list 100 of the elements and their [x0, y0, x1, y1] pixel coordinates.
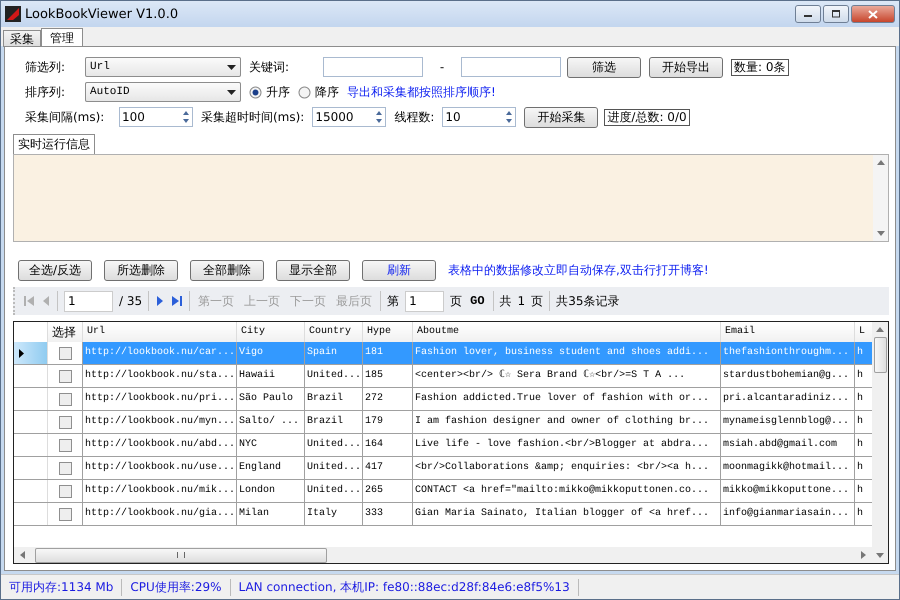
table-cell: mikko@mikkoputtone... [721, 480, 855, 502]
export-button[interactable]: 开始导出 [649, 56, 723, 78]
table-cell: United... [305, 457, 363, 479]
table-cell: 181 [363, 342, 413, 364]
vertical-scrollbar[interactable] [873, 155, 888, 241]
table-cell: I am fashion designer and owner of clothing br... [413, 411, 721, 433]
action-button[interactable]: 全部删除 [190, 260, 264, 281]
checkbox[interactable] [58, 370, 72, 382]
table-cell: Salto/ ... [237, 411, 305, 433]
checkbox[interactable] [58, 346, 72, 360]
filter-button[interactable]: 筛选 [567, 56, 641, 78]
table-cell: <center><br/> ℂ☆ Sera Brand ℂ☆<br/>=S T A ... [413, 365, 721, 387]
checkbox[interactable] [58, 484, 72, 498]
next-page-icon[interactable] [155, 295, 166, 307]
table-row[interactable]: http://lookbook.nu/myn... Salto/ ... Brazil 179 I am fashion designer and owner of clothing br... mynameisglennblog@... h [14, 411, 872, 434]
keyword-field[interactable] [323, 57, 423, 77]
threads-spinner[interactable]: 10 [442, 107, 516, 127]
scroll-up-icon[interactable] [876, 159, 886, 166]
table-cell: NYC [237, 434, 305, 456]
checkbox[interactable] [58, 462, 72, 474]
dropdown-arrow-icon [227, 64, 236, 70]
radio-option[interactable]: 降序 [298, 84, 339, 100]
horizontal-scrollbar[interactable] [14, 547, 872, 563]
table-cell: United... [305, 365, 363, 387]
field-label: 筛选列: [25, 58, 66, 76]
table-row[interactable]: http://lookbook.nu/abd... NYC United... 164 Live life - love fashion.<br/>Blogger at abdra... msiah.abd@gmail.com h [14, 434, 872, 457]
last-page-icon[interactable] [171, 295, 184, 307]
tab[interactable]: 管理 [41, 28, 83, 47]
action-button[interactable]: 刷新 [362, 260, 436, 281]
table-row[interactable]: http://lookbook.nu/sta... Hawaii United... 185 <center><br/> ℂ☆ Sera Brand ℂ☆<br/>=S T A ... stardustbohemian@g... h [14, 365, 872, 388]
minimize-button[interactable] [795, 5, 821, 23]
scroll-right-icon[interactable] [860, 550, 867, 560]
table-cell: http://lookbook.nu/myn... [83, 411, 237, 433]
table-cell: http://lookbook.nu/car... [83, 342, 237, 364]
current-row-icon [19, 348, 24, 358]
action-button[interactable]: 全选/反选 [18, 260, 92, 281]
table-cell: São Paulo [237, 388, 305, 410]
goto-page-field[interactable]: 1 [405, 290, 444, 312]
vertical-scrollbar[interactable] [872, 322, 888, 563]
table-cell: Italy [305, 503, 363, 525]
table-cell: moonmagikk@hotmail... [721, 457, 855, 479]
table-cell: Hawaii [237, 365, 305, 387]
table-cell: http://lookbook.nu/gia... [83, 503, 237, 525]
table-cell: 333 [363, 503, 413, 525]
scroll-down-icon[interactable] [876, 230, 886, 237]
table-cell: stardustbohemian@g... [721, 365, 855, 387]
table-cell: pri.alcantaradiniz... [721, 388, 855, 410]
scroll-up-icon[interactable] [875, 326, 885, 333]
field-label: 采集超时时间(ms): [201, 108, 304, 126]
app-logo-icon [5, 6, 21, 22]
table-cell: CONTACT <a href="mailto:mikko@mikkoputtonen.co... [413, 480, 721, 502]
status-text: CPU使用率:29% [122, 578, 230, 596]
table-row[interactable]: http://lookbook.nu/mik... London United... 265 CONTACT <a href="mailto:mikko@mikkoputtonen.co... mikko@mikkoputtone... h [14, 480, 872, 503]
page-total: / 35 [119, 294, 142, 308]
interval-spinner[interactable]: 100 [119, 107, 193, 127]
action-button[interactable]: 所选删除 [104, 260, 178, 281]
page-field[interactable]: 1 [64, 290, 113, 312]
maximize-icon [831, 10, 841, 18]
sort-dropdown[interactable]: AutoID [85, 82, 241, 102]
table-cell: 272 [363, 388, 413, 410]
progress-label: 进度/总数: 0/0 [604, 108, 690, 126]
table-note: 表格中的数据修改立即自动保存,双击行打开博客! [448, 262, 709, 279]
scroll-thumb[interactable] [35, 548, 327, 562]
timeout-spinner[interactable]: 15000 [312, 107, 386, 127]
goto-label: 第 [387, 292, 400, 310]
scroll-left-icon[interactable] [19, 550, 26, 560]
close-icon [868, 10, 878, 18]
checkbox[interactable] [58, 392, 72, 406]
checkbox[interactable] [58, 416, 72, 428]
field-label: 关键词: [249, 58, 290, 76]
maximize-button[interactable] [823, 5, 849, 23]
checkbox[interactable] [58, 508, 72, 520]
status-text: 可用内存:1134 Mb [1, 578, 122, 596]
scroll-thumb[interactable] [874, 337, 886, 373]
table-cell: Vigo [237, 342, 305, 364]
table-cell: msiah.abd@gmail.com [721, 434, 855, 456]
field-label: 排序列: [25, 84, 66, 100]
range-dash: - [438, 60, 446, 74]
go-button[interactable]: GO [468, 294, 487, 308]
table-cell: Milan [237, 503, 305, 525]
table-cell: 179 [363, 411, 413, 433]
radio-option[interactable]: 升序 [249, 84, 290, 100]
header-corner [14, 322, 48, 342]
start-collect-button[interactable]: 开始采集 [524, 106, 598, 128]
keyword-field[interactable] [461, 57, 561, 77]
table-row[interactable]: http://lookbook.nu/pri... São Paulo Brazil 272 Fashion addicted.True lover of fashion with or... pri.alcantaradiniz... h [14, 388, 872, 411]
checkbox[interactable] [58, 438, 72, 452]
table-cell: mynameisglennblog@... [721, 411, 855, 433]
scroll-down-icon[interactable] [875, 552, 885, 559]
tab[interactable]: 采集 [3, 30, 41, 47]
table-row[interactable]: http://lookbook.nu/gia... Milan Italy 333 Gian Maria Sainato, Italian blogger of <a href... info@gianmariasain... h [14, 503, 872, 526]
table-row[interactable]: http://lookbook.nu/use... England United... 417 <br/>Collaborations &amp; enquiries: <br/><a h... moonmagikk@hotmail... h [14, 457, 872, 480]
close-button[interactable] [851, 5, 895, 23]
table-cell: <br/>Collaborations &amp; enquiries: <br/><a h... [413, 457, 721, 479]
window-title: LookBookViewer V1.0.0 [25, 6, 178, 22]
column-dropdown[interactable]: Url [85, 57, 241, 77]
action-button[interactable]: 显示全部 [276, 260, 350, 281]
log-text-area[interactable] [13, 154, 889, 242]
goto-label: 页 [450, 292, 462, 310]
table-cell: info@gianmariasain... [721, 503, 855, 525]
